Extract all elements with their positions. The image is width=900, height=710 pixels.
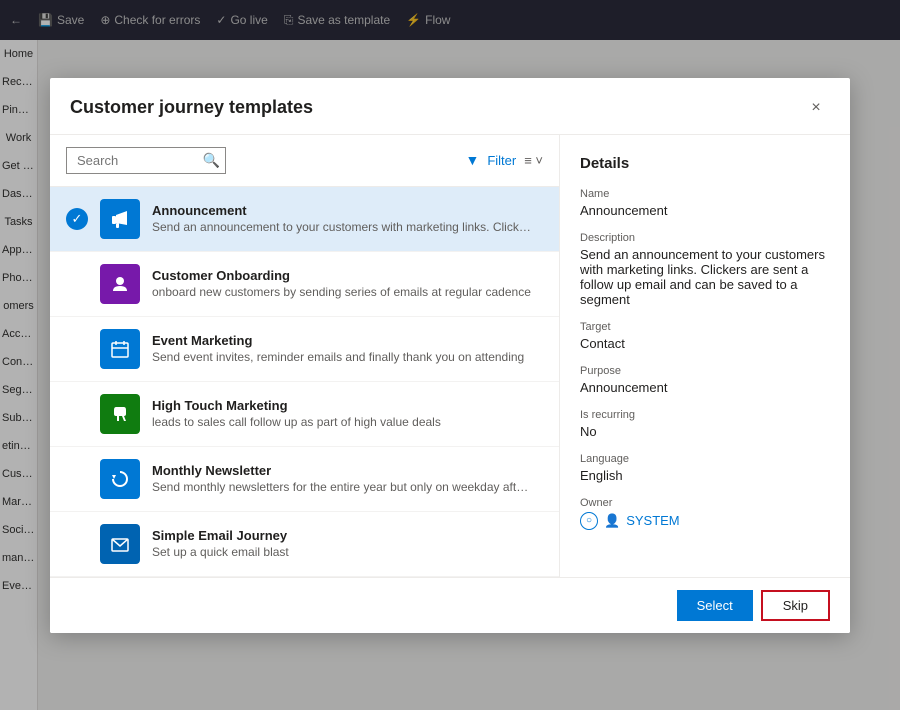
dialog-header: Customer journey templates × xyxy=(50,78,850,135)
detail-description-field: Description Send an announcement to your… xyxy=(580,232,830,307)
template-list: ✓ Announcement Send an announcement to y… xyxy=(50,187,559,577)
template-name: High Touch Marketing xyxy=(152,398,543,413)
template-item-monthly-newsletter[interactable]: Monthly Newsletter Send monthly newslett… xyxy=(50,447,559,512)
template-icon-high-touch-marketing xyxy=(100,394,140,434)
search-icon: 🔍 xyxy=(203,152,220,169)
detail-recurring-field: Is recurring No xyxy=(580,409,830,439)
detail-owner-field: Owner ○ 👤 SYSTEM xyxy=(580,497,830,530)
template-desc: leads to sales call follow up as part of… xyxy=(152,415,532,429)
owner-circle-icon: ○ xyxy=(580,512,598,530)
template-name: Simple Email Journey xyxy=(152,528,543,543)
details-section-title: Details xyxy=(580,155,830,172)
detail-name-field: Name Announcement xyxy=(580,188,830,218)
field-value-purpose: Announcement xyxy=(580,380,830,395)
template-desc: Send event invites, reminder emails and … xyxy=(152,350,532,364)
dialog-title: Customer journey templates xyxy=(70,97,313,118)
detail-language-field: Language English xyxy=(580,453,830,483)
detail-target-field: Target Contact xyxy=(580,321,830,351)
template-icon-simple-email-journey xyxy=(100,524,140,564)
modal-overlay: Customer journey templates × 🔍 ▼ Filter … xyxy=(0,0,900,710)
template-list-panel: 🔍 ▼ Filter ≡ ˅ ✓ xyxy=(50,135,560,577)
search-bar: 🔍 ▼ Filter ≡ ˅ xyxy=(50,135,559,187)
template-icon-customer-onboarding xyxy=(100,264,140,304)
sort-icons: ≡ ˅ xyxy=(524,153,543,168)
field-label-description: Description xyxy=(580,232,830,244)
search-input-wrap: 🔍 xyxy=(66,147,226,174)
template-dialog: Customer journey templates × 🔍 ▼ Filter … xyxy=(50,78,850,633)
field-label-target: Target xyxy=(580,321,830,333)
field-value-target: Contact xyxy=(580,336,830,351)
field-value-recurring: No xyxy=(580,424,830,439)
template-info-announcement: Announcement Send an announcement to you… xyxy=(152,203,543,234)
template-info-monthly-newsletter: Monthly Newsletter Send monthly newslett… xyxy=(152,463,543,494)
template-item-event-marketing[interactable]: Event Marketing Send event invites, remi… xyxy=(50,317,559,382)
select-button[interactable]: Select xyxy=(677,590,753,621)
selected-check-icon: ✓ xyxy=(66,208,88,230)
field-label-purpose: Purpose xyxy=(580,365,830,377)
template-info-high-touch-marketing: High Touch Marketing leads to sales call… xyxy=(152,398,543,429)
field-label-owner: Owner xyxy=(580,497,830,509)
owner-value[interactable]: SYSTEM xyxy=(626,513,679,528)
field-value-description: Send an announcement to your customers w… xyxy=(580,247,830,307)
details-panel: Details Name Announcement Description Se… xyxy=(560,135,850,577)
template-icon-event-marketing xyxy=(100,329,140,369)
filter-button[interactable]: ▼ Filter ≡ ˅ xyxy=(465,152,543,168)
template-name: Customer Onboarding xyxy=(152,268,543,283)
detail-purpose-field: Purpose Announcement xyxy=(580,365,830,395)
template-icon-announcement xyxy=(100,199,140,239)
template-item-customer-onboarding[interactable]: Customer Onboarding onboard new customer… xyxy=(50,252,559,317)
template-name: Announcement xyxy=(152,203,543,218)
dialog-footer: Select Skip xyxy=(50,577,850,633)
field-label-recurring: Is recurring xyxy=(580,409,830,421)
template-desc: Send an announcement to your customers w… xyxy=(152,220,532,234)
skip-button[interactable]: Skip xyxy=(761,590,830,621)
field-value-language: English xyxy=(580,468,830,483)
dialog-body: 🔍 ▼ Filter ≡ ˅ ✓ xyxy=(50,135,850,577)
template-info-event-marketing: Event Marketing Send event invites, remi… xyxy=(152,333,543,364)
template-desc: onboard new customers by sending series … xyxy=(152,285,532,299)
template-item-high-touch-marketing[interactable]: High Touch Marketing leads to sales call… xyxy=(50,382,559,447)
filter-label: Filter xyxy=(487,153,516,168)
template-item-simple-email-journey[interactable]: Simple Email Journey Set up a quick emai… xyxy=(50,512,559,577)
template-name: Monthly Newsletter xyxy=(152,463,543,478)
template-info-customer-onboarding: Customer Onboarding onboard new customer… xyxy=(152,268,543,299)
owner-row: ○ 👤 SYSTEM xyxy=(580,512,830,530)
template-desc: Set up a quick email blast xyxy=(152,545,532,559)
field-label-name: Name xyxy=(580,188,830,200)
filter-icon: ▼ xyxy=(465,152,479,168)
template-info-simple-email-journey: Simple Email Journey Set up a quick emai… xyxy=(152,528,543,559)
field-label-language: Language xyxy=(580,453,830,465)
template-item-announcement[interactable]: ✓ Announcement Send an announcement to y… xyxy=(50,187,559,252)
template-name: Event Marketing xyxy=(152,333,543,348)
template-icon-monthly-newsletter xyxy=(100,459,140,499)
dialog-close-button[interactable]: × xyxy=(802,94,830,122)
template-desc: Send monthly newsletters for the entire … xyxy=(152,480,532,494)
owner-person-icon: 👤 xyxy=(604,513,620,529)
field-value-name: Announcement xyxy=(580,203,830,218)
